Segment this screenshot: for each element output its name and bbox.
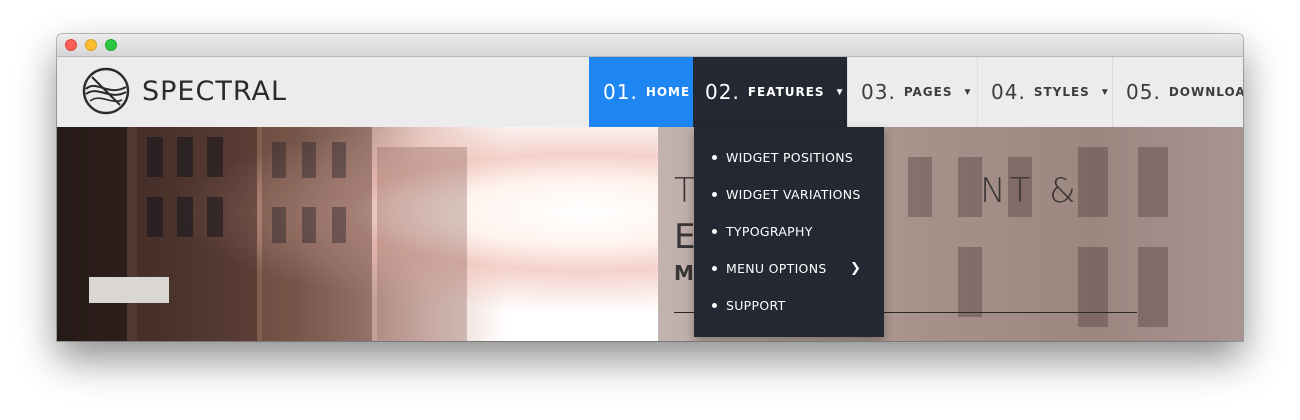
features-dropdown-menu: WIDGET POSITIONS WIDGET VARIATIONS TYPOG… — [694, 127, 884, 337]
dropdown-item-widget-positions[interactable]: WIDGET POSITIONS — [694, 142, 884, 172]
minimize-window-button[interactable] — [85, 39, 97, 51]
dropdown-item-label: WIDGET POSITIONS — [726, 149, 854, 165]
bullet-icon — [712, 229, 717, 234]
window-shape — [147, 197, 163, 237]
shop-sign — [89, 277, 169, 303]
close-window-button[interactable] — [65, 39, 77, 51]
dropdown-item-label: TYPOGRAPHY — [726, 223, 813, 239]
nav-item-label: HOME — [645, 85, 691, 99]
window-shape — [1078, 247, 1108, 327]
bullet-icon — [712, 266, 717, 271]
site-header: SPECTRAL 01. HOME 02. FEATURES ▼ 03. PAG… — [57, 57, 1243, 127]
nav-item-home[interactable]: 01. HOME — [589, 57, 693, 127]
dropdown-item-label: MENU OPTIONS — [726, 260, 827, 276]
dropdown-item-menu-options[interactable]: MENU OPTIONS ❯ — [694, 253, 884, 283]
chevron-down-icon: ▼ — [834, 86, 845, 98]
hero-banner: T NT & E M — [57, 127, 1243, 341]
window-shape — [1138, 147, 1168, 217]
window-shape — [302, 142, 316, 178]
building-shape — [377, 147, 467, 341]
window-shape — [1138, 247, 1168, 327]
window-titlebar — [57, 34, 1243, 57]
window-shape — [332, 142, 346, 178]
street-photo — [57, 127, 658, 341]
bullet-icon — [712, 192, 717, 197]
nav-item-pages[interactable]: 03. PAGES ▼ — [847, 57, 977, 127]
window-shape — [207, 137, 223, 177]
site-logo[interactable]: SPECTRAL — [82, 67, 287, 115]
spectral-logo-icon — [82, 67, 130, 115]
window-shape — [147, 137, 163, 177]
dropdown-item-label: WIDGET VARIATIONS — [726, 186, 861, 202]
chevron-right-icon: ❯ — [850, 260, 862, 276]
bullet-icon — [712, 303, 717, 308]
nav-item-label: PAGES — [903, 85, 953, 99]
dropdown-item-support[interactable]: SUPPORT — [694, 290, 884, 320]
dropdown-item-typography[interactable]: TYPOGRAPHY — [694, 216, 884, 246]
bullet-icon — [712, 155, 717, 160]
chevron-down-icon: ▼ — [962, 86, 973, 98]
maximize-window-button[interactable] — [105, 39, 117, 51]
browser-window: SPECTRAL 01. HOME 02. FEATURES ▼ 03. PAG… — [57, 34, 1243, 341]
dropdown-item-label: SUPPORT — [726, 297, 786, 313]
window-shape — [207, 197, 223, 237]
nav-item-label: STYLES — [1033, 85, 1090, 99]
window-shape — [177, 137, 193, 177]
nav-item-features[interactable]: 02. FEATURES ▼ — [693, 57, 847, 127]
building-shape — [57, 127, 127, 341]
nav-item-number: 03. — [861, 80, 896, 104]
window-shape — [1078, 147, 1108, 217]
nav-item-number: 01. — [603, 80, 638, 104]
window-shape — [302, 207, 316, 243]
nav-item-label: DOWNLOAD — [1168, 85, 1243, 99]
nav-item-download[interactable]: 05. DOWNLOAD — [1112, 57, 1243, 127]
dropdown-item-widget-variations[interactable]: WIDGET VARIATIONS — [694, 179, 884, 209]
nav-item-number: 02. — [705, 80, 740, 104]
main-nav: 01. HOME 02. FEATURES ▼ 03. PAGES ▼ 04. … — [589, 57, 1243, 127]
window-shape — [332, 207, 346, 243]
nav-item-label: FEATURES — [747, 85, 825, 99]
window-shape — [272, 207, 286, 243]
brand-name: SPECTRAL — [142, 75, 288, 107]
nav-item-number: 04. — [991, 80, 1026, 104]
window-shape — [272, 142, 286, 178]
nav-item-number: 05. — [1126, 80, 1161, 104]
nav-item-styles[interactable]: 04. STYLES ▼ — [977, 57, 1112, 127]
window-shape — [177, 197, 193, 237]
chevron-down-icon: ▼ — [1099, 86, 1110, 98]
